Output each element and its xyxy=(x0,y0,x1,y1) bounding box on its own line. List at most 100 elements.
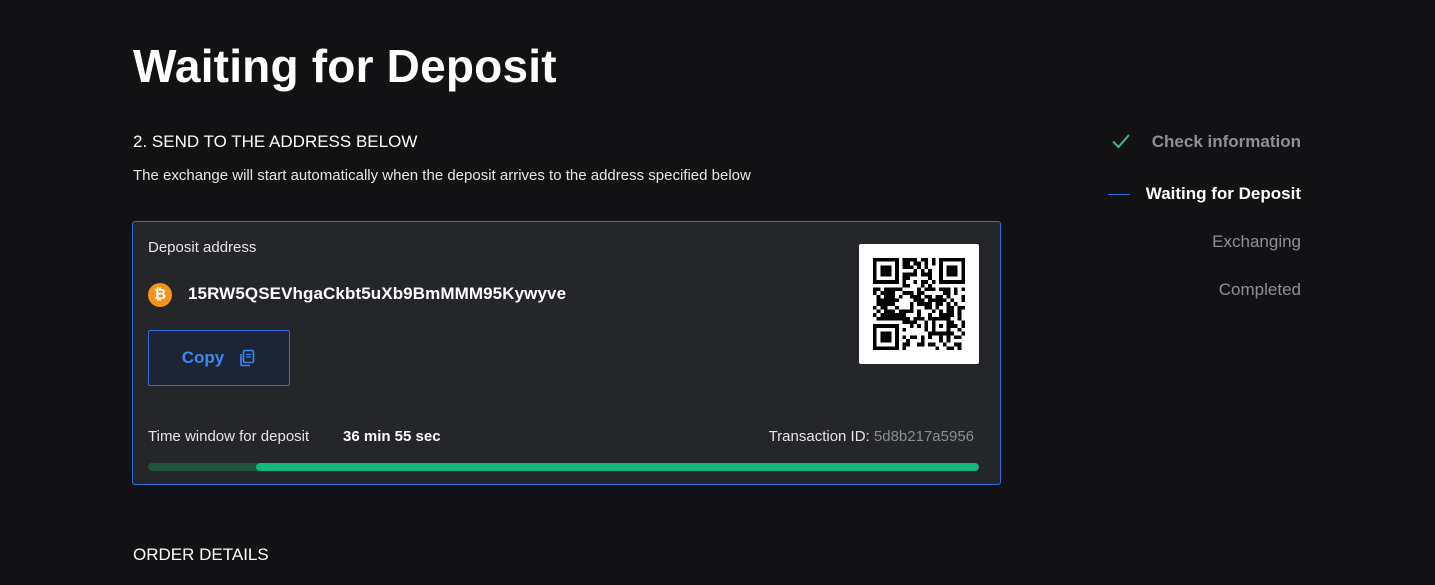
qr-module xyxy=(891,258,896,262)
qr-module xyxy=(873,276,877,281)
qr-module xyxy=(887,291,892,295)
qr-module xyxy=(946,269,951,273)
qr-module xyxy=(873,272,877,277)
qr-module xyxy=(895,342,899,347)
qr-module xyxy=(895,276,899,281)
qr-module xyxy=(950,265,954,270)
qr-module xyxy=(884,298,888,303)
step-label: Exchanging xyxy=(1212,232,1301,251)
step-label: Completed xyxy=(1218,280,1301,299)
deposit-address-value[interactable]: 15RW5QSEVhgaCkbt5uXb9BmMMM95Kywyve xyxy=(188,284,566,304)
order-details-heading: ORDER DETAILS xyxy=(133,545,269,564)
qr-module xyxy=(961,294,965,299)
qr-module xyxy=(898,287,903,292)
qr-module xyxy=(950,298,954,303)
qr-module xyxy=(950,280,954,284)
qr-module xyxy=(953,265,958,270)
qr-module xyxy=(920,302,925,306)
qr-module xyxy=(873,280,877,284)
qr-module xyxy=(880,265,885,270)
qr-module xyxy=(942,313,947,317)
qr-module xyxy=(873,324,877,328)
qr-module xyxy=(887,309,892,314)
qr-module xyxy=(928,313,932,317)
qr-module xyxy=(880,280,885,284)
qr-module xyxy=(935,294,940,299)
qr-module xyxy=(924,261,929,266)
qr-module xyxy=(880,272,885,277)
step-exchanging: Exchanging xyxy=(1212,232,1301,252)
qr-module xyxy=(939,261,943,266)
qr-module xyxy=(920,316,925,321)
qr-module xyxy=(909,294,914,299)
step-label: Waiting for Deposit xyxy=(1145,184,1301,203)
qr-module xyxy=(957,305,962,310)
copy-button[interactable]: Copy xyxy=(148,330,290,386)
qr-module xyxy=(895,346,899,350)
qr-module xyxy=(928,287,932,292)
qr-module xyxy=(917,298,921,303)
qr-module xyxy=(902,327,907,332)
qr-module xyxy=(942,258,947,262)
qr-module xyxy=(880,258,885,262)
qr-module xyxy=(891,313,896,317)
qr-module xyxy=(928,316,932,321)
qr-module xyxy=(928,302,932,306)
qr-module xyxy=(906,272,910,277)
qr-module xyxy=(928,305,932,310)
qr-module xyxy=(891,316,896,321)
qr-module xyxy=(876,309,881,314)
qr-module xyxy=(887,346,892,350)
qr-module xyxy=(909,309,914,314)
qr-module xyxy=(909,324,914,328)
qr-module xyxy=(909,335,914,339)
qr-module xyxy=(920,272,925,277)
qr-module xyxy=(873,342,877,347)
qr-module xyxy=(939,272,943,277)
qr-module xyxy=(876,287,881,292)
qr-module xyxy=(884,294,888,299)
qr-module xyxy=(906,309,910,314)
qr-module xyxy=(909,265,914,270)
qr-module xyxy=(961,265,965,270)
qr-module xyxy=(924,327,929,332)
qr-module xyxy=(946,324,951,328)
deposit-address-label: Deposit address xyxy=(148,239,257,256)
qr-module xyxy=(884,346,888,350)
qr-module xyxy=(906,338,910,343)
qr-module xyxy=(950,324,954,328)
qr-module xyxy=(873,313,877,317)
qr-module xyxy=(884,287,888,292)
qr-module xyxy=(961,324,965,328)
qr-module xyxy=(961,305,965,310)
qr-module xyxy=(895,316,899,321)
qr-module xyxy=(884,331,888,336)
qr-module xyxy=(920,298,925,303)
qr-module xyxy=(913,298,918,303)
qr-module xyxy=(957,346,962,350)
qr-module xyxy=(961,331,965,336)
qr-module xyxy=(891,291,896,295)
qr-module xyxy=(931,309,936,314)
qr-module xyxy=(887,298,892,303)
qr-module xyxy=(928,272,932,277)
qr-module xyxy=(953,342,958,347)
qr-module xyxy=(935,298,940,303)
qr-module xyxy=(895,338,899,343)
qr-module xyxy=(909,291,914,295)
qr-module xyxy=(946,291,951,295)
qr-module xyxy=(957,313,962,317)
qr-module xyxy=(939,276,943,281)
qr-module xyxy=(895,258,899,262)
qr-module xyxy=(906,261,910,266)
time-progress-fill xyxy=(256,463,979,471)
qr-module xyxy=(953,272,958,277)
qr-module xyxy=(913,258,918,262)
qr-module xyxy=(891,294,896,299)
qr-module xyxy=(906,276,910,281)
qr-module xyxy=(924,324,929,328)
qr-code xyxy=(859,244,979,364)
qr-module xyxy=(928,294,932,299)
qr-module xyxy=(913,261,918,266)
qr-module xyxy=(880,305,885,310)
